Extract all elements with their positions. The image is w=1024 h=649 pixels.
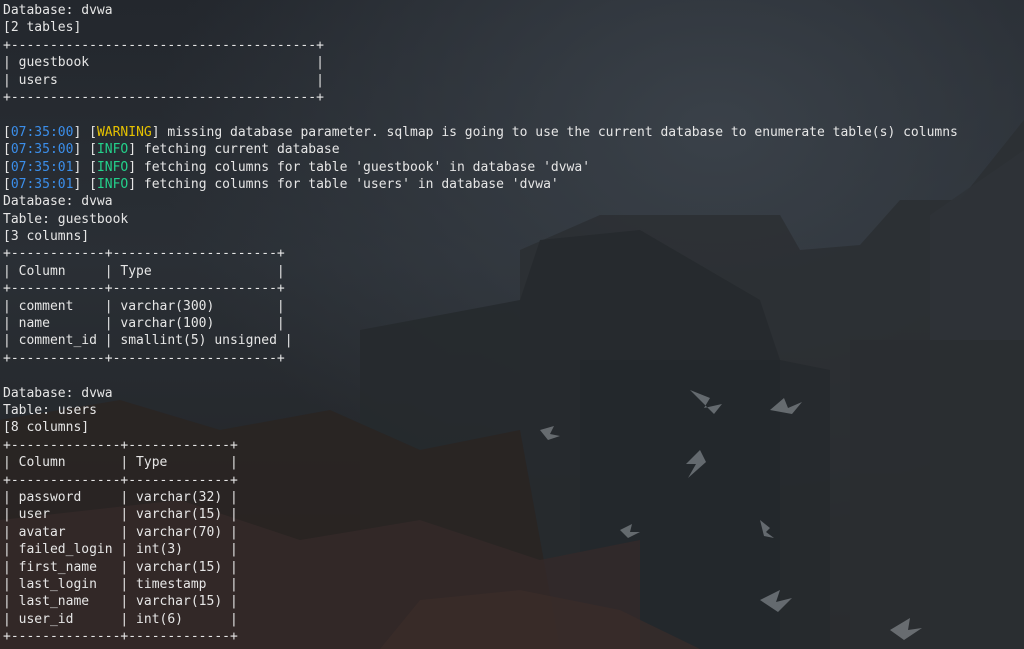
output-line: | avatar | varchar(70) | <box>3 524 238 540</box>
output-line: +---------------------------------------… <box>3 37 324 53</box>
bracket-open: [ <box>3 124 11 140</box>
output-line: [8 columns] <box>3 420 90 436</box>
log-level: WARNING <box>96 124 152 140</box>
bracket-sep: ] [ <box>73 124 97 140</box>
bracket-close: ] <box>128 176 144 192</box>
log-timestamp: 07:35:00 <box>10 142 74 158</box>
log-line: [07:35:01] [INFO] fetching columns for t… <box>3 176 958 193</box>
bracket-close: ] <box>128 159 144 175</box>
output-line: Database: dvwa <box>3 194 113 210</box>
output-line: | password | varchar(32) | <box>3 489 238 505</box>
output-line: | guestbook | <box>3 55 324 71</box>
output-line: +------------+---------------------+ <box>3 281 285 297</box>
output-line: Database: dvwa <box>3 385 113 401</box>
output-line: +--------------+-------------+ <box>3 472 238 488</box>
log-message: fetching current database <box>143 142 340 158</box>
bracket-sep: ] [ <box>73 142 97 158</box>
output-line: | Column | Type | <box>3 263 285 279</box>
output-line: | users | <box>3 72 324 88</box>
bracket-sep: ] [ <box>73 159 97 175</box>
output-line: | last_login | timestamp | <box>3 576 238 592</box>
bracket-sep: ] [ <box>73 176 97 192</box>
output-line: Table: guestbook <box>3 211 129 227</box>
log-level: INFO <box>96 142 129 158</box>
log-message: fetching columns for table 'users' in da… <box>143 176 559 192</box>
output-line: | user | varchar(15) | <box>3 507 238 523</box>
log-message: fetching columns for table 'guestbook' i… <box>143 159 591 175</box>
log-line: [07:35:00] [INFO] fetching current datab… <box>3 141 958 158</box>
bracket-open: [ <box>3 142 11 158</box>
bracket-open: [ <box>3 176 11 192</box>
output-line: +------------+---------------------+ <box>3 246 285 262</box>
output-line: Database: dvwa <box>3 3 113 18</box>
bracket-close: ] <box>151 124 168 140</box>
bracket-open: [ <box>3 159 11 175</box>
terminal-window[interactable]: Database: dvwa [2 tables] +---------------… <box>0 0 1024 649</box>
log-timestamp: 07:35:01 <box>10 176 74 192</box>
output-line: [2 tables] <box>3 20 82 36</box>
output-line: | last_name | varchar(15) | <box>3 594 238 610</box>
log-level: INFO <box>96 159 129 175</box>
log-message: missing database parameter. sqlmap is go… <box>167 124 958 140</box>
output-line: +--------------+-------------+ <box>3 629 238 645</box>
output-line: | name | varchar(100) | <box>3 316 285 332</box>
bracket-close: ] <box>128 142 144 158</box>
log-line: [07:35:00] [WARNING] missing database pa… <box>3 124 958 141</box>
output-line: +------------+---------------------+ <box>3 350 285 366</box>
output-line: +---------------------------------------… <box>3 89 324 105</box>
output-line: Table: users <box>3 402 97 418</box>
log-line: [07:35:01] [INFO] fetching columns for t… <box>3 159 958 176</box>
output-line: | first_name | varchar(15) | <box>3 559 238 575</box>
output-line: [3 columns] <box>3 229 90 245</box>
log-timestamp: 07:35:01 <box>10 159 74 175</box>
log-level: INFO <box>96 176 129 192</box>
log-timestamp: 07:35:00 <box>10 124 74 140</box>
output-line: | user_id | int(6) | <box>3 611 238 627</box>
output-line: | failed_login | int(3) | <box>3 542 238 558</box>
output-line: | comment_id | smallint(5) unsigned | <box>3 333 293 349</box>
terminal-output: Database: dvwa [2 tables] +---------------… <box>3 2 958 645</box>
output-line: +--------------+-------------+ <box>3 437 238 453</box>
output-line: | Column | Type | <box>3 455 238 471</box>
output-line: | comment | varchar(300) | <box>3 298 285 314</box>
